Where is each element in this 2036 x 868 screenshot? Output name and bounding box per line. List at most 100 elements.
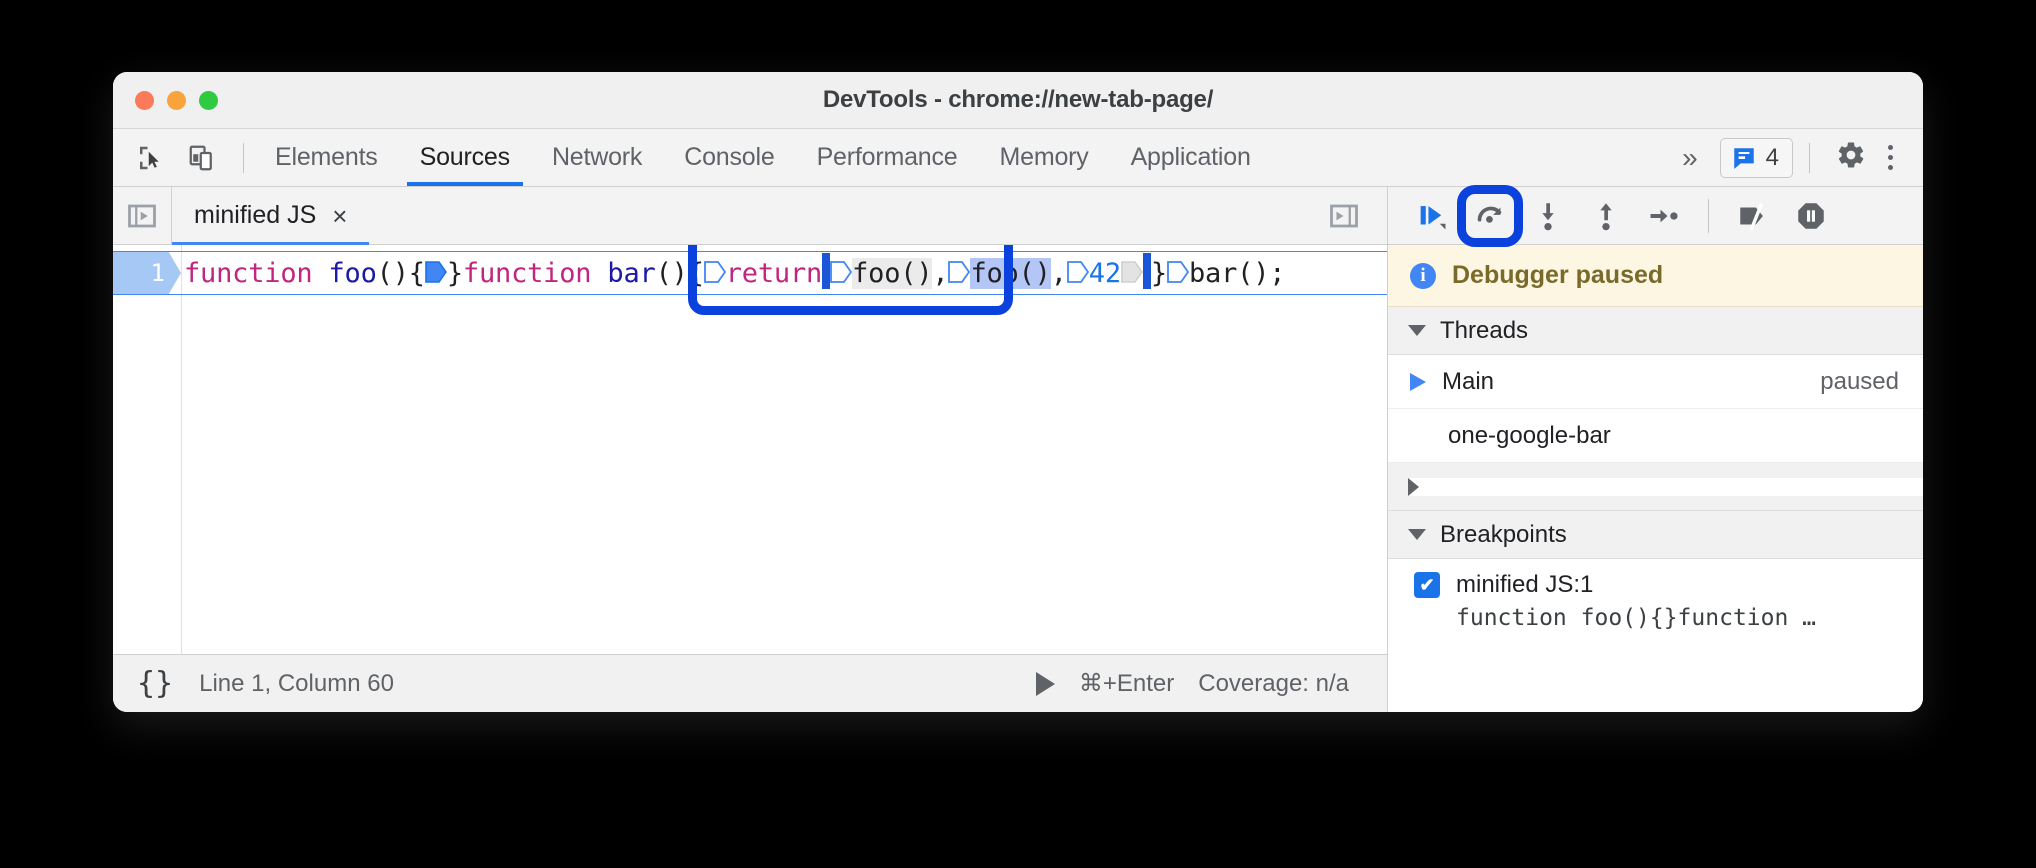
tab-memory[interactable]: Memory	[978, 129, 1109, 186]
thread-name: Main	[1442, 368, 1494, 396]
thread-row-main[interactable]: Main paused	[1388, 355, 1923, 409]
show-navigator-icon[interactable]	[113, 187, 171, 245]
section-header-watch[interactable]: Watch	[1388, 463, 1923, 511]
issues-counter-button[interactable]: 4	[1720, 138, 1793, 178]
coverage-label: Coverage: n/a	[1198, 670, 1349, 698]
toolbar-divider	[243, 143, 244, 173]
tab-console[interactable]: Console	[663, 129, 795, 186]
title-bar: DevTools - chrome://new-tab-page/	[113, 72, 1923, 129]
tab-bar-left-icons	[113, 129, 254, 186]
code-token-call-foo-2: foo()	[970, 258, 1050, 289]
code-line-text[interactable]: function foo(){}function bar(){returnfoo…	[182, 252, 1387, 294]
file-tab-minified-js[interactable]: minified JS ×	[172, 187, 369, 245]
pause-on-exceptions-icon[interactable]	[1785, 190, 1837, 242]
debugger-toolbar	[1388, 187, 1923, 245]
screenshot-root: DevTools - chrome://new-tab-page/	[0, 0, 2036, 868]
breakpoint-row-top: ✔ minified JS:1	[1414, 571, 1905, 599]
tab-network[interactable]: Network	[531, 129, 663, 186]
breakpoints-header-label: Breakpoints	[1440, 521, 1567, 549]
code-token-punct-4: }	[1151, 258, 1167, 289]
inline-breakpoint-chevron-3[interactable]	[830, 259, 852, 285]
threads-header-label: Threads	[1440, 317, 1528, 345]
step-over-icon[interactable]	[1464, 190, 1516, 242]
code-token-punct-2: }	[447, 258, 463, 289]
code-token-call-bar: bar();	[1189, 258, 1285, 289]
chevron-down-icon	[1408, 529, 1426, 540]
code-token-number-42: 42	[1089, 258, 1121, 289]
tab-bar-right-icons: » 4	[1666, 129, 1923, 186]
devtools-body: minified JS ×	[113, 187, 1923, 712]
text-caret-2	[1143, 253, 1151, 289]
editor-strip-right	[1315, 187, 1387, 245]
inline-breakpoint-chevron-1[interactable]	[425, 259, 447, 285]
status-bar-right: ⌘+Enter Coverage: n/a	[1036, 669, 1363, 698]
code-line-1[interactable]: 1 function foo(){}function bar(){returnf…	[113, 251, 1387, 295]
thread-name: one-google-bar	[1448, 422, 1611, 450]
code-token-call-foo-1: foo()	[852, 258, 932, 289]
cursor-position: Line 1, Column 60	[199, 670, 394, 698]
chevron-right-icon	[1408, 478, 1923, 496]
gear-icon[interactable]	[1826, 140, 1876, 175]
code-editor[interactable]: 1 function foo(){}function bar(){returnf…	[113, 245, 1387, 654]
devtools-tab-bar: Elements Sources Network Console Perform…	[113, 129, 1923, 187]
issues-count: 4	[1766, 144, 1779, 172]
text-caret-1	[822, 253, 830, 289]
chevron-down-icon	[1408, 325, 1426, 336]
resume-icon[interactable]	[1406, 190, 1458, 242]
breakpoint-location: minified JS:1	[1456, 571, 1593, 599]
debugger-toolbar-divider	[1708, 199, 1709, 233]
panel-tabs: Elements Sources Network Console Perform…	[254, 129, 1272, 186]
device-toolbar-icon[interactable]	[181, 137, 223, 179]
tab-elements[interactable]: Elements	[254, 129, 399, 186]
issues-speech-bubble-icon	[1731, 145, 1757, 171]
show-debugger-icon[interactable]	[1315, 187, 1373, 245]
code-token-identifier-bar: bar	[607, 258, 655, 289]
breakpoint-checkbox[interactable]: ✔	[1414, 572, 1440, 598]
editor-tab-strip: minified JS ×	[113, 187, 1387, 245]
code-token-keyword-return: return	[726, 258, 822, 289]
run-snippet-icon[interactable]	[1036, 672, 1055, 696]
current-thread-arrow-icon	[1410, 373, 1426, 391]
highlight-step-over-button	[1457, 185, 1523, 247]
inline-breakpoint-chevron-5[interactable]	[1067, 259, 1089, 285]
step-into-icon[interactable]	[1522, 190, 1574, 242]
devtools-window: DevTools - chrome://new-tab-page/	[113, 72, 1923, 712]
line-number: 1	[151, 259, 181, 287]
code-token-punct-1: (){	[377, 258, 425, 289]
editor-status-bar: {} Line 1, Column 60 ⌘+Enter Coverage: n…	[113, 654, 1387, 712]
breakpoint-list-item[interactable]: ✔ minified JS:1 function foo(){}function…	[1388, 559, 1923, 641]
toolbar-divider-right	[1809, 143, 1810, 173]
code-token-comma-1: ,	[932, 258, 948, 289]
gutter-divider	[181, 245, 182, 654]
code-token-identifier-foo: foo	[329, 258, 377, 289]
inline-breakpoint-chevron-7[interactable]	[1167, 259, 1189, 285]
kebab-menu-icon[interactable]	[1882, 145, 1905, 170]
sources-editor-pane: minified JS ×	[113, 187, 1387, 712]
section-header-breakpoints[interactable]: Breakpoints	[1388, 511, 1923, 559]
deactivate-breakpoints-icon[interactable]	[1727, 190, 1779, 242]
thread-state: paused	[1820, 368, 1899, 396]
thread-row-one-google-bar[interactable]: one-google-bar	[1388, 409, 1923, 463]
pretty-print-icon[interactable]: {}	[137, 666, 173, 701]
code-token-keyword-function-2: function	[463, 258, 608, 289]
info-icon: i	[1410, 263, 1436, 289]
debugger-sidebar: i Debugger paused Threads Main paused on…	[1387, 187, 1923, 712]
window-title: DevTools - chrome://new-tab-page/	[113, 86, 1923, 114]
tab-performance[interactable]: Performance	[796, 129, 979, 186]
inline-breakpoint-chevron-4[interactable]	[948, 259, 970, 285]
file-tab-label: minified JS	[194, 201, 316, 230]
breakpoint-snippet: function foo(){}function …	[1414, 605, 1905, 631]
tab-sources[interactable]: Sources	[399, 129, 531, 186]
run-shortcut-label: ⌘+Enter	[1079, 669, 1174, 698]
section-header-threads[interactable]: Threads	[1388, 307, 1923, 355]
close-icon[interactable]: ×	[332, 203, 347, 229]
tab-application[interactable]: Application	[1110, 129, 1272, 186]
inspect-element-icon[interactable]	[129, 137, 171, 179]
step-out-icon[interactable]	[1580, 190, 1632, 242]
step-icon[interactable]	[1638, 190, 1690, 242]
debugger-paused-label: Debugger paused	[1452, 261, 1663, 290]
more-tabs-chevron-icon[interactable]: »	[1666, 142, 1714, 174]
inline-breakpoint-chevron-6[interactable]	[1121, 259, 1143, 285]
line-gutter[interactable]: 1	[113, 252, 181, 294]
inline-breakpoint-chevron-2[interactable]	[704, 259, 726, 285]
